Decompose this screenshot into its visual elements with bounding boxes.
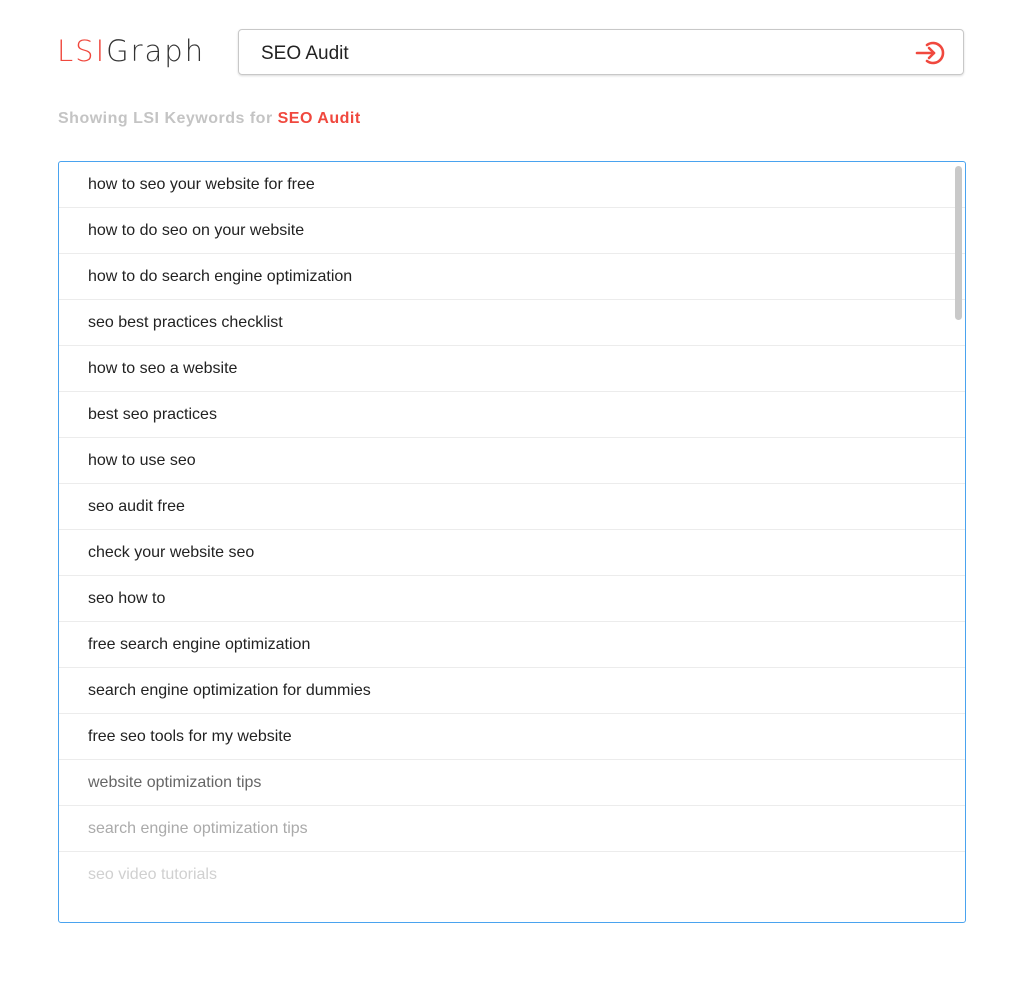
logo-graph: Graph [106, 34, 206, 68]
keyword-item[interactable]: free seo tools for my website [59, 714, 965, 760]
keyword-item[interactable]: seo how to [59, 576, 965, 622]
keyword-list: how to seo your website for free how to d… [58, 161, 966, 923]
arrow-circle-enter-icon [915, 41, 945, 65]
scrollbar[interactable] [955, 166, 962, 320]
results-heading-query: SEO Audit [277, 110, 361, 127]
search-input[interactable] [259, 40, 903, 68]
keyword-item[interactable]: seo best practices checklist [59, 300, 965, 346]
keyword-item[interactable]: website optimization tips [59, 760, 965, 806]
keyword-item[interactable]: seo audit free [59, 484, 965, 530]
results-heading-prefix: Showing LSI Keywords for [58, 110, 278, 127]
logo-lsi: LSI [57, 34, 107, 68]
keyword-item[interactable]: how to use seo [59, 438, 965, 484]
search-box [238, 29, 964, 75]
keyword-item[interactable]: check your website seo [59, 530, 965, 576]
submit-search-button[interactable] [915, 40, 945, 66]
results-heading: Showing LSI Keywords for SEO Audit [58, 110, 361, 128]
keyword-item[interactable]: search engine optimization tips [59, 806, 965, 852]
keyword-item[interactable]: search engine optimization for dummies [59, 668, 965, 714]
keyword-item[interactable]: how to do seo on your website [59, 208, 965, 254]
keyword-item[interactable]: how to seo your website for free [59, 162, 965, 208]
keyword-item[interactable]: how to seo a website [59, 346, 965, 392]
keyword-item[interactable]: free search engine optimization [59, 622, 965, 668]
keyword-item[interactable]: best seo practices [59, 392, 965, 438]
keyword-item[interactable]: how to do search engine optimization [59, 254, 965, 300]
keyword-item[interactable]: seo video tutorials [59, 852, 965, 897]
logo[interactable]: LSIGraph [57, 34, 205, 68]
